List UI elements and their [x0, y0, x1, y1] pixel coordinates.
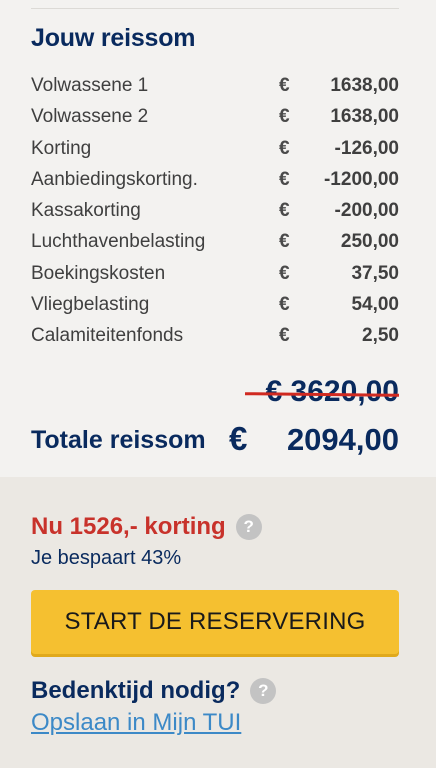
price-row: Kassakorting € -200,00: [31, 197, 399, 228]
divider: [31, 8, 399, 9]
price-row-label: Boekingskosten: [31, 262, 166, 284]
price-row: Boekingskosten € 37,50: [31, 260, 399, 291]
help-icon[interactable]: ?: [250, 678, 277, 704]
savings-text: Je bespaart 43%: [31, 547, 182, 569]
price-row: Vliegbelasting € 54,00: [31, 291, 399, 322]
price-row-label: Aanbiedingskorting.: [31, 168, 198, 190]
price-row-amount: -126,00: [334, 137, 399, 159]
reflection-time-text: Bedenktijd nodig?: [31, 677, 241, 704]
price-summary-panel: Jouw reissom Volwassene 1 € 1638,00 Volw…: [0, 0, 436, 477]
price-row-amount: -1200,00: [323, 168, 399, 190]
save-in-my-tui-link[interactable]: Opslaan in Mijn TUI: [31, 709, 241, 737]
discount-text: Nu 1526,- korting: [31, 513, 226, 540]
price-row-label: Volwassene 1: [31, 75, 149, 96]
price-row-amount: 1638,00: [330, 75, 399, 96]
price-row-currency: €: [279, 75, 290, 96]
price-row-amount: 2,50: [362, 325, 399, 347]
price-row-currency: €: [279, 325, 290, 347]
price-row-currency: €: [279, 168, 290, 190]
price-row: Calamiteitenfonds € 2,50: [31, 322, 399, 353]
price-row-currency: €: [279, 106, 290, 128]
price-row-amount: -200,00: [334, 200, 399, 222]
price-row-label: Vliegbelasting: [31, 294, 150, 316]
price-row-label: Kassakorting: [31, 200, 141, 222]
price-row-currency: €: [279, 200, 290, 222]
price-row-currency: €: [279, 294, 290, 316]
price-row-label: Volwassene 2: [31, 106, 149, 128]
help-icon[interactable]: ?: [235, 514, 262, 540]
price-row: Luchthavenbelasting € 250,00: [31, 228, 399, 259]
section-title: Jouw reissom: [31, 24, 196, 52]
price-row-amount: 37,50: [351, 262, 399, 284]
total-currency: €: [229, 420, 248, 457]
price-row-currency: €: [279, 231, 290, 253]
total-amount: 2094,00: [286, 422, 399, 457]
price-row: Volwassene 1 € 1638,00: [31, 72, 399, 103]
price-row: Volwassene 2 € 1638,00: [31, 103, 399, 134]
price-row-label: Luchthavenbelasting: [31, 231, 206, 253]
price-row: Korting € -126,00: [31, 135, 399, 166]
price-row-amount: 250,00: [340, 231, 399, 253]
price-row-label: Korting: [31, 137, 92, 159]
price-row-amount: 54,00: [351, 294, 399, 316]
total-label: Totale reissom: [31, 426, 206, 454]
price-row-currency: €: [279, 262, 290, 284]
price-row-currency: €: [279, 137, 290, 159]
discount-line: Nu 1526,- korting ?: [31, 513, 262, 541]
price-row-amount: 1638,00: [330, 106, 399, 128]
price-row: Aanbiedingskorting. € -1200,00: [31, 166, 399, 197]
price-row-label: Calamiteitenfonds: [31, 325, 184, 347]
start-reservation-button[interactable]: START DE RESERVERING: [31, 590, 399, 654]
price-breakdown-table: Volwassene 1 € 1638,00 Volwassene 2 € 16…: [31, 72, 399, 354]
reflection-time-line: Bedenktijd nodig? ?: [31, 677, 277, 705]
